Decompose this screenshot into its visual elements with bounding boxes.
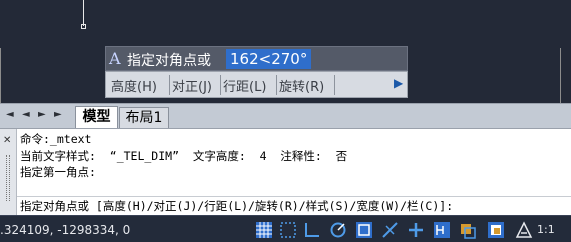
ortho-icon[interactable] — [303, 221, 321, 239]
annotation-scale[interactable]: 1:1 — [537, 223, 555, 236]
command-history-line: 指定第一角点: — [20, 165, 96, 179]
crosshair-cursor-icon — [81, 24, 86, 29]
option-line-spacing[interactable]: 行距(L) — [223, 76, 266, 95]
first-tab-icon[interactable]: ◄ — [6, 109, 14, 120]
ducs-icon[interactable] — [407, 221, 425, 239]
viewport-edge-left — [0, 48, 1, 103]
annotation-icon[interactable] — [515, 221, 533, 239]
command-window-sidebar: ✕ — [0, 129, 17, 216]
tab-layout1[interactable]: 布局1 — [119, 107, 169, 128]
command-window: ✕ 命令:_mtext 当前文字样式: “_TEL_DIM” 文字高度: 4 注… — [0, 128, 571, 216]
dyn-icon[interactable] — [433, 221, 451, 239]
option-rotation[interactable]: 旋转(R) — [279, 76, 324, 95]
command-prompt[interactable]: 指定对角点或 [高度(H)/对正(J)/行距(L)/旋转(R)/样式(S)/宽度… — [20, 198, 453, 214]
grid-icon[interactable] — [255, 221, 273, 239]
polar-icon[interactable] — [329, 221, 347, 239]
option-divider — [276, 75, 277, 95]
coordinate-readout: .324109, -1298334, 0 — [0, 223, 131, 237]
command-history-line: 命令:_mtext — [20, 132, 92, 146]
option-height[interactable]: 高度(H) — [111, 76, 157, 95]
command-options-bar: 高度(H) 对正(J) 行距(L) 旋转(R) ▶ — [105, 71, 408, 98]
option-justify[interactable]: 对正(J) — [172, 76, 212, 95]
transparency-icon[interactable] — [487, 221, 505, 239]
layout-tabs-bar: ◄ ◄ ► ► 模型 布局1 — [0, 103, 571, 128]
lineweight-icon[interactable] — [459, 221, 477, 239]
tab-model[interactable]: 模型 — [75, 106, 118, 128]
drawn-line — [83, 0, 84, 26]
option-divider — [169, 75, 170, 95]
otrack-icon[interactable] — [381, 221, 399, 239]
snap-icon[interactable] — [279, 221, 297, 239]
last-tab-icon[interactable]: ► — [54, 109, 62, 120]
next-tab-icon[interactable]: ► — [38, 109, 46, 120]
close-icon[interactable]: ✕ — [3, 135, 11, 146]
option-divider — [220, 75, 221, 95]
command-history-line: 当前文字样式: “_TEL_DIM” 文字高度: 4 注释性: 否 — [20, 149, 348, 163]
drag-handle-icon[interactable] — [6, 155, 10, 201]
mtext-icon: A — [109, 49, 121, 68]
viewport-edge-right — [560, 48, 561, 103]
dynamic-input-value[interactable]: 162<270° — [226, 49, 312, 69]
option-divider — [334, 75, 335, 95]
drawing-canvas[interactable]: A 指定对角点或 162<270° 高度(H) 对正(J) 行距(L) 旋转(R… — [0, 0, 571, 103]
dynamic-input-tooltip: A 指定对角点或 162<270° — [105, 46, 408, 71]
prev-tab-icon[interactable]: ◄ — [22, 109, 30, 120]
dynamic-input-prompt: 指定对角点或 — [127, 53, 211, 69]
more-options-arrow-icon[interactable]: ▶ — [394, 76, 403, 90]
status-bar: .324109, -1298334, 0 1:1 — [0, 215, 571, 242]
osnap-icon[interactable] — [355, 221, 373, 239]
